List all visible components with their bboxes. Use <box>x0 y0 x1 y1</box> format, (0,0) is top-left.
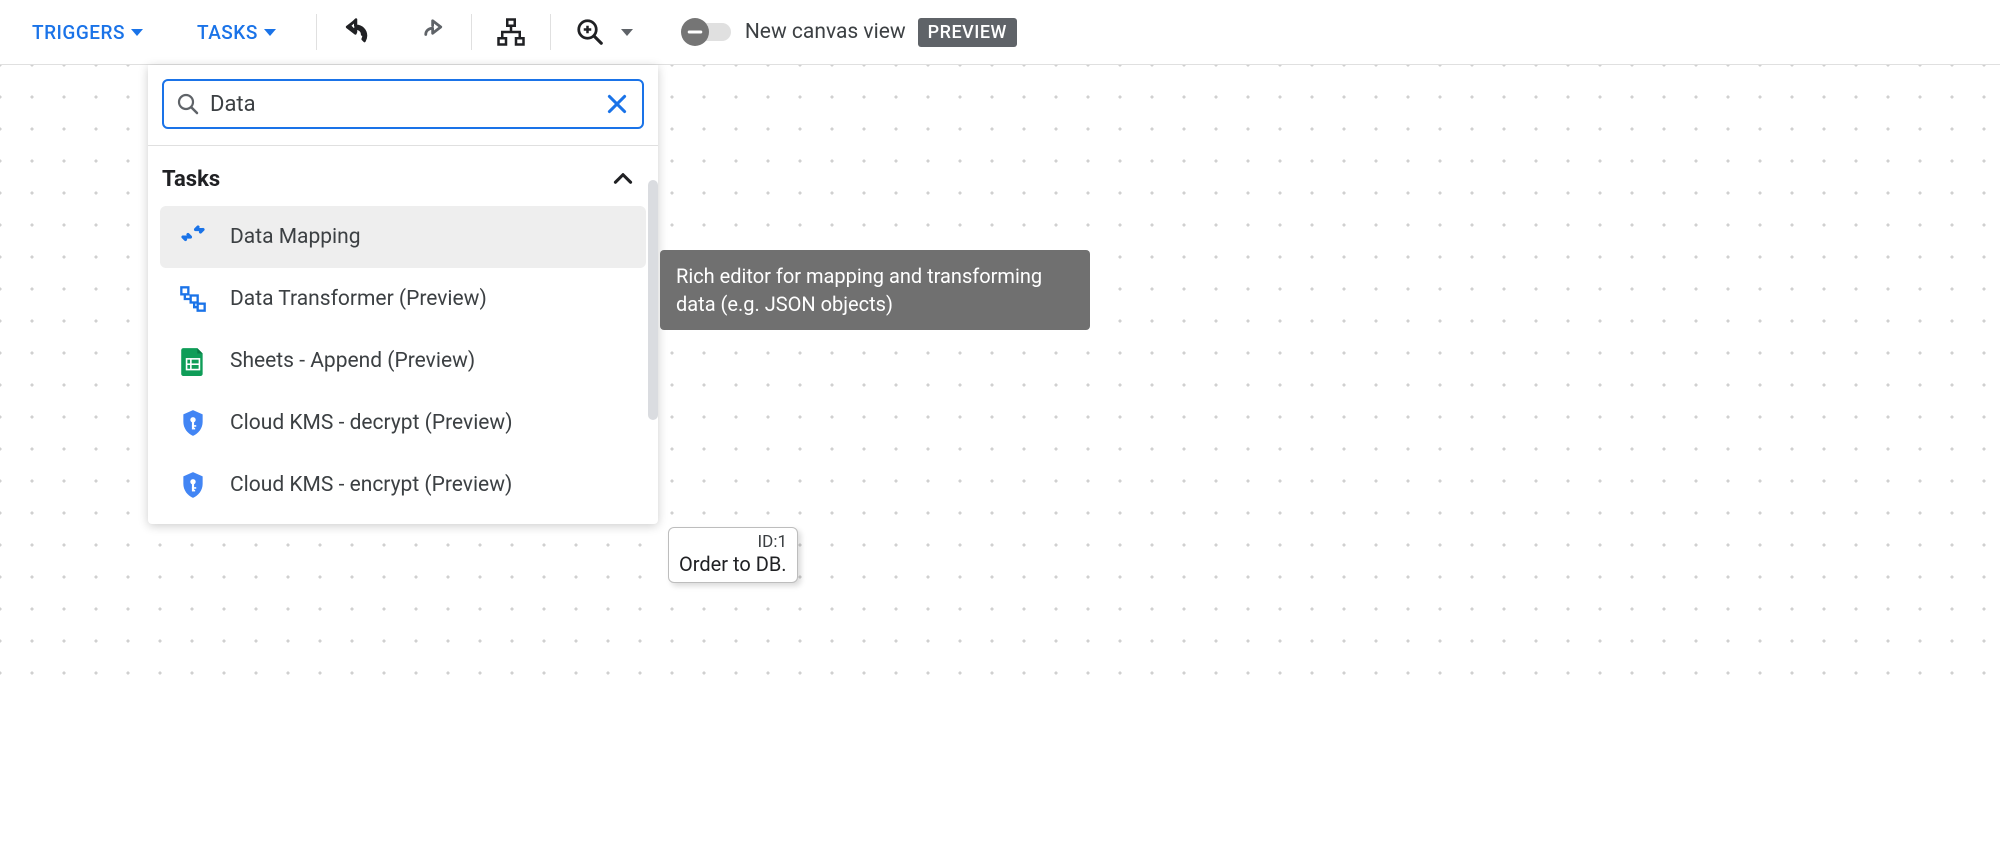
divider <box>550 14 551 50</box>
canvas-node[interactable]: ID:1 Order to DB. <box>668 527 798 583</box>
chevron-down-icon <box>264 29 276 36</box>
task-label: Cloud KMS - encrypt (Preview) <box>230 473 512 497</box>
chevron-up-icon <box>610 166 636 192</box>
task-item-sheets-append[interactable]: Sheets - Append (Preview) <box>160 330 646 392</box>
canvas-view-toggle[interactable] <box>681 18 733 46</box>
data-transformer-icon <box>178 284 208 314</box>
task-label: Data Transformer (Preview) <box>230 287 487 311</box>
divider <box>471 14 472 50</box>
canvas-view-label: New canvas view <box>745 20 906 44</box>
undo-icon <box>341 17 371 47</box>
tasks-dropdown[interactable]: TASKS <box>185 13 288 52</box>
tooltip: Rich editor for mapping and transforming… <box>660 250 1090 330</box>
scrollbar[interactable] <box>648 180 658 420</box>
task-label: Data Mapping <box>230 225 361 249</box>
kms-icon <box>178 408 208 438</box>
task-item-data-transformer[interactable]: Data Transformer (Preview) <box>160 268 646 330</box>
node-id: ID:1 <box>679 532 787 552</box>
close-icon[interactable] <box>604 91 630 117</box>
sheets-icon <box>178 346 208 376</box>
section-title: Tasks <box>162 167 220 192</box>
task-item-kms-encrypt[interactable]: Cloud KMS - encrypt (Preview) <box>160 454 646 516</box>
node-label: Order to DB. <box>679 552 787 576</box>
layout-button[interactable] <box>486 7 536 57</box>
canvas-view-toggle-group: New canvas view PREVIEW <box>681 18 1017 47</box>
preview-badge: PREVIEW <box>918 18 1017 47</box>
kms-icon <box>178 470 208 500</box>
triggers-dropdown[interactable]: TRIGGERS <box>20 13 155 52</box>
task-list: Data Mapping Data Transformer (Preview) <box>148 206 658 524</box>
redo-button[interactable] <box>407 7 457 57</box>
redo-icon <box>417 17 447 47</box>
triggers-label: TRIGGERS <box>32 21 125 44</box>
zoom-group <box>565 7 633 57</box>
toolbar: TRIGGERS TASKS <box>0 0 2000 65</box>
search-input[interactable] <box>210 92 594 117</box>
search-icon <box>176 92 200 116</box>
zoom-button[interactable] <box>565 7 615 57</box>
zoom-in-icon <box>575 17 605 47</box>
task-label: Sheets - Append (Preview) <box>230 349 475 373</box>
search-box <box>162 79 644 129</box>
section-header[interactable]: Tasks <box>148 146 658 206</box>
canvas[interactable]: Tasks Data Mapping <box>0 65 2000 680</box>
tasks-dropdown-panel: Tasks Data Mapping <box>148 65 658 524</box>
task-item-kms-decrypt[interactable]: Cloud KMS - decrypt (Preview) <box>160 392 646 454</box>
tasks-label: TASKS <box>197 21 258 44</box>
divider <box>316 14 317 50</box>
toggle-thumb <box>681 18 709 46</box>
hierarchy-icon <box>496 17 526 47</box>
minus-icon <box>681 18 709 46</box>
task-label: Cloud KMS - decrypt (Preview) <box>230 411 513 435</box>
task-item-data-mapping[interactable]: Data Mapping <box>160 206 646 268</box>
data-mapping-icon <box>178 222 208 252</box>
chevron-down-icon <box>131 29 143 36</box>
chevron-down-icon[interactable] <box>621 29 633 36</box>
undo-button[interactable] <box>331 7 381 57</box>
